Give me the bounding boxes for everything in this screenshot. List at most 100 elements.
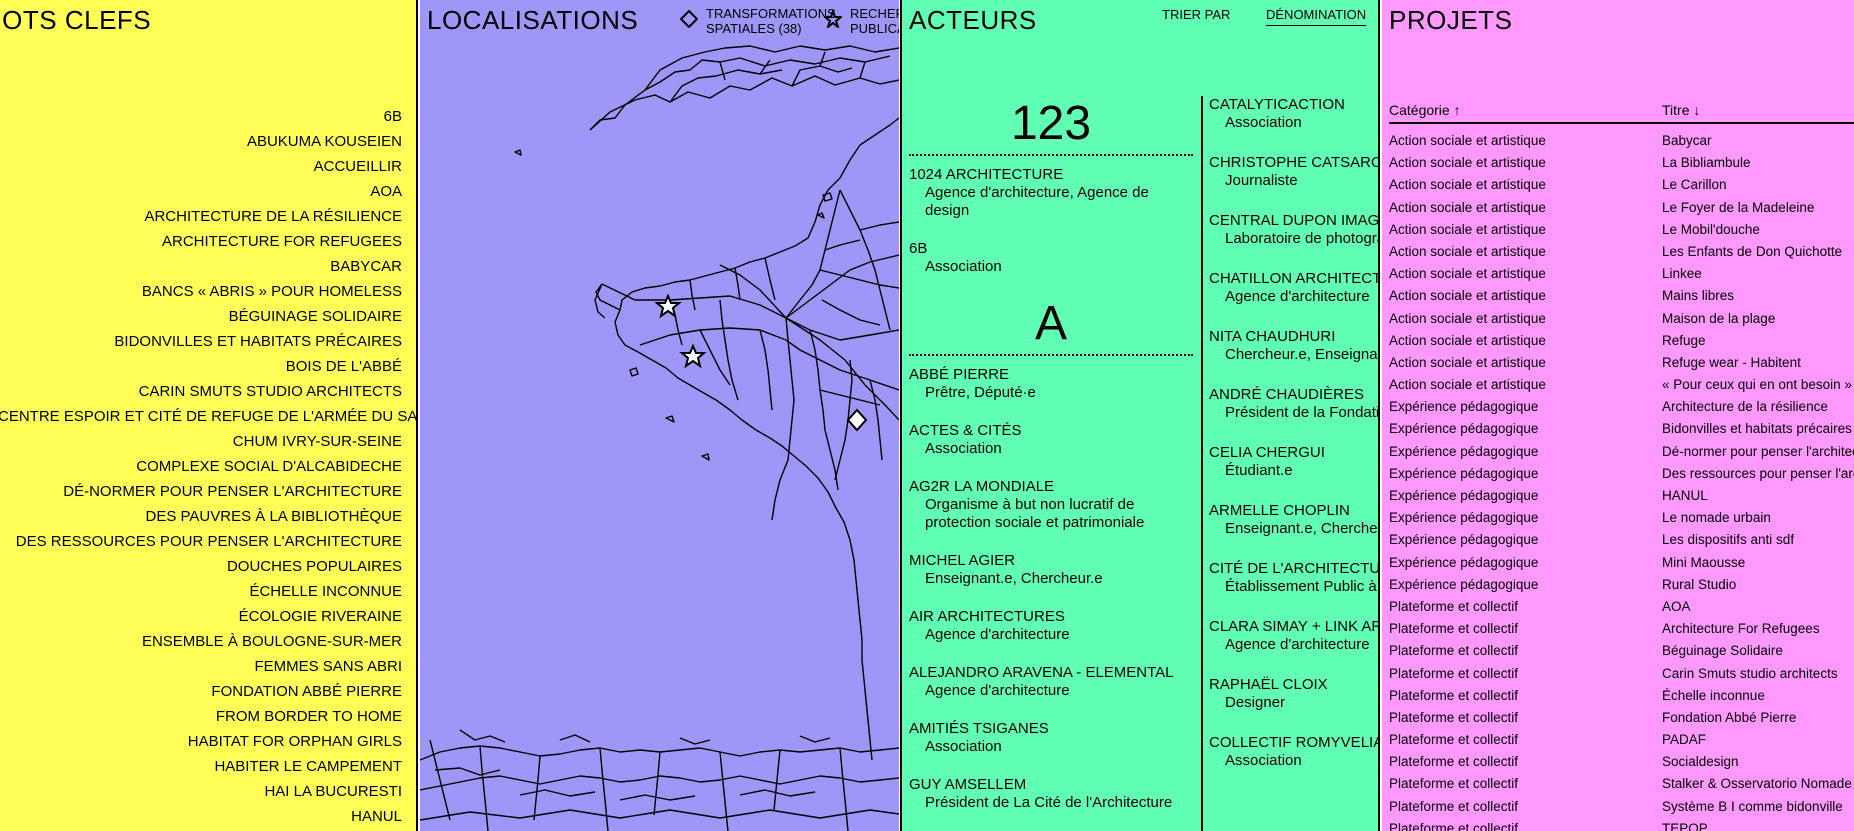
project-row[interactable]: Action sociale et artistique Le Foyer de … xyxy=(1389,197,1854,219)
project-row[interactable]: Action sociale et artistique Les Enfants … xyxy=(1389,241,1854,263)
actor-item[interactable]: Raphaël Cloix Designer xyxy=(1209,676,1378,712)
project-row[interactable]: Plateforme et collectif Fondation Abbé Pi… xyxy=(1389,707,1854,729)
keyword-item[interactable]: FEMMES SANS ABRI xyxy=(0,654,416,679)
keyword-item[interactable]: BÉGUINAGE SOLIDAIRE xyxy=(0,304,416,329)
keyword-marker xyxy=(402,729,416,754)
project-row[interactable]: Action sociale et artistique Le Mobil'dou… xyxy=(1389,219,1854,241)
project-row[interactable]: Plateforme et collectif Stalker & Osserva… xyxy=(1389,773,1854,795)
actor-item[interactable]: Guy Amsellem Président de La Cité de l'Ar… xyxy=(909,776,1193,812)
project-row[interactable]: Plateforme et collectif AOA xyxy=(1389,596,1854,618)
keyword-item[interactable]: ENSEMBLE À BOULOGNE-SUR-MER xyxy=(0,629,416,654)
project-row[interactable]: Plateforme et collectif Socialdesign xyxy=(1389,751,1854,773)
project-row[interactable]: Action sociale et artistique Refuge wear … xyxy=(1389,352,1854,374)
project-row[interactable]: Action sociale et artistique Mains libres xyxy=(1389,285,1854,307)
keyword-item[interactable]: ARCHITECTURE FOR REFUGEES xyxy=(0,229,416,254)
keyword-item[interactable]: BOIS DE L'ABBÉ xyxy=(0,354,416,379)
keyword-item[interactable]: ACCUEILLIR xyxy=(0,154,416,179)
actor-item[interactable]: Nita ChaudhuriChercheur.e, Enseignant.e xyxy=(1209,328,1378,364)
actor-item[interactable]: CatalyticAction Association xyxy=(1209,96,1378,132)
actor-item[interactable]: Michel Agier Enseignant.e, Chercheur.e xyxy=(909,552,1193,588)
keyword-item[interactable]: HANUL xyxy=(0,804,416,829)
keyword-item[interactable]: 6B xyxy=(0,104,416,129)
keyword-item[interactable]: HABITAT FOR ORPHAN GIRLS xyxy=(0,729,416,754)
actor-item[interactable]: Chatillon ArchitectesAgence d'architectu… xyxy=(1209,270,1378,306)
project-row[interactable]: Plateforme et collectif Système B I comme… xyxy=(1389,796,1854,818)
project-row[interactable]: Action sociale et artistique La Bibliambu… xyxy=(1389,152,1854,174)
keyword-item[interactable]: DÉ-NORMER POUR PENSER L'ARCHITECTURE xyxy=(0,479,416,504)
project-row[interactable]: Plateforme et collectif Carin Smuts studi… xyxy=(1389,663,1854,685)
sort-category-header[interactable]: Catégorie ↑ xyxy=(1389,102,1461,118)
actor-item[interactable]: Armelle ChoplinEnseignant.e, Chercheur.e xyxy=(1209,502,1378,538)
project-row[interactable]: Plateforme et collectif TEPOP xyxy=(1389,818,1854,831)
actor-item[interactable]: Abbé Pierre Prêtre, Député·e xyxy=(909,366,1193,402)
project-row[interactable]: Plateforme et collectif Échelle inconnue xyxy=(1389,685,1854,707)
actor-item[interactable]: Christophe Catsaros Journaliste xyxy=(1209,154,1378,190)
project-title: Rural Studio xyxy=(1662,576,1737,592)
keyword-item[interactable]: DES PAUVRES À LA BIBLIOTHÈQUE xyxy=(0,504,416,529)
project-row[interactable]: Expérience pédagogique Dé-normer pour pen… xyxy=(1389,441,1854,463)
actor-item[interactable]: Actes & Cités Association xyxy=(909,422,1193,458)
project-row[interactable]: Action sociale et artistique Refuge xyxy=(1389,330,1854,352)
project-row[interactable]: Expérience pédagogique HANUL xyxy=(1389,485,1854,507)
project-category: Action sociale et artistique xyxy=(1389,221,1546,237)
project-row[interactable]: Expérience pédagogique Le nomade urbain xyxy=(1389,507,1854,529)
actor-item[interactable]: Cité de l'Architecture et du PatrimoineÉ… xyxy=(1209,560,1380,596)
keyword-item[interactable]: ÉCHELLE INCONNUE xyxy=(0,579,416,604)
project-row[interactable]: Action sociale et artistique Babycar xyxy=(1389,130,1854,152)
project-row[interactable]: Plateforme et collectif Béguinage Solidai… xyxy=(1389,640,1854,662)
project-row[interactable]: Plateforme et collectif Architecture For … xyxy=(1389,618,1854,640)
projects-table-body: Action sociale et artistique Babycar Actio… xyxy=(1389,130,1854,831)
actor-role: Établissement Public à caractère Industr… xyxy=(1225,578,1378,595)
project-row[interactable]: Action sociale et artistique Maison de la… xyxy=(1389,308,1854,330)
project-row[interactable]: Expérience pédagogique Architecture de la… xyxy=(1389,396,1854,418)
keyword-item[interactable]: ARCHITECTURE DE LA RÉSILIENCE xyxy=(0,204,416,229)
keyword-item[interactable]: HABITER LE CAMPEMENT xyxy=(0,754,416,779)
map-marker-star-2[interactable] xyxy=(679,343,707,369)
actor-item[interactable]: Collectif Romyvelia Association xyxy=(1209,734,1378,770)
keyword-label: HABITER LE CAMPEMENT xyxy=(214,758,402,775)
map[interactable] xyxy=(420,0,899,831)
actor-item[interactable]: 1024 Architecture Agence d'architecture, … xyxy=(909,166,1193,220)
keyword-marker xyxy=(402,129,416,154)
keyword-item[interactable]: CENTRE ESPOIR ET CITÉ DE REFUGE DE L'ARM… xyxy=(0,404,416,429)
keyword-item[interactable]: CHUM IVRY-SUR-SEINE xyxy=(0,429,416,454)
actor-item[interactable]: AG2R La Mondiale Organisme à but non lucr… xyxy=(909,478,1193,532)
project-row[interactable]: Action sociale et artistique « Pour ceux … xyxy=(1389,374,1854,396)
keyword-item[interactable]: COMPLEXE SOCIAL D'ALCABIDECHE xyxy=(0,454,416,479)
actor-item[interactable]: Clara Simay + Link ArchitectesAgence d'a… xyxy=(1209,618,1378,654)
project-row[interactable]: Expérience pédagogique Les dispositifs an… xyxy=(1389,529,1854,551)
sort-option-denomination[interactable]: DÉNOMINATION xyxy=(1266,7,1367,26)
project-row[interactable]: Expérience pédagogique Des ressources pou… xyxy=(1389,463,1854,485)
legend-spatial-transformations[interactable]: TRANSFORMATIONS SPATIALES (38) xyxy=(680,6,836,36)
map-marker-diamond[interactable] xyxy=(846,408,868,432)
keyword-item[interactable]: AOA xyxy=(0,179,416,204)
project-row[interactable]: Action sociale et artistique Le Carillon xyxy=(1389,174,1854,196)
actor-item[interactable]: Celia Chergui Étudiant.e xyxy=(1209,444,1378,480)
actor-item[interactable]: Amitiés Tsiganes Association xyxy=(909,720,1193,756)
project-row[interactable]: Plateforme et collectif PADAF xyxy=(1389,729,1854,751)
project-row[interactable]: Action sociale et artistique Linkee xyxy=(1389,263,1854,285)
project-row[interactable]: Expérience pédagogique Bidonvilles et hab… xyxy=(1389,418,1854,440)
actor-item[interactable]: AIR Architectures Agence d'architecture xyxy=(909,608,1193,644)
project-row[interactable]: Expérience pédagogique Rural Studio xyxy=(1389,574,1854,596)
keyword-item[interactable]: FONDATION ABBÉ PIERRE xyxy=(0,679,416,704)
keyword-item[interactable]: BANCS « ABRIS » POUR HOMELESS xyxy=(0,279,416,304)
actor-item[interactable]: André Chaudières Président de la Fondatio… xyxy=(1209,386,1378,422)
keyword-item[interactable]: HAI LA BUCURESTI xyxy=(0,779,416,804)
keyword-item[interactable]: DES RESSOURCES POUR PENSER L'ARCHITECTUR… xyxy=(0,529,416,554)
keyword-item[interactable]: ÉCOLOGIE RIVERAINE xyxy=(0,604,416,629)
keyword-item[interactable]: FROM BORDER TO HOME xyxy=(0,704,416,729)
actor-item[interactable]: Alejandro Aravena - Elemental Agence d'ar… xyxy=(909,664,1193,700)
actor-name: Nita Chaudhuri xyxy=(1209,328,1336,345)
keyword-item[interactable]: ABUKUMA KOUSEIEN xyxy=(0,129,416,154)
keyword-item[interactable]: CARIN SMUTS STUDIO ARCHITECTS xyxy=(0,379,416,404)
sort-title-header[interactable]: Titre ↓ xyxy=(1662,102,1700,118)
legend-research-publications[interactable]: RECHERCHES PUBLICATIONS xyxy=(824,6,899,36)
actor-name: Cité de l'Architecture et du Patrimoine xyxy=(1209,560,1380,577)
keyword-item[interactable]: DOUCHES POPULAIRES xyxy=(0,554,416,579)
keyword-item[interactable]: BABYCAR xyxy=(0,254,416,279)
keyword-item[interactable]: BIDONVILLES ET HABITATS PRÉCAIRES xyxy=(0,329,416,354)
actor-item[interactable]: Central Dupon ImagesLaboratoire de photo… xyxy=(1209,212,1378,248)
project-row[interactable]: Expérience pédagogique Mini Maousse xyxy=(1389,552,1854,574)
actor-item[interactable]: 6B Association xyxy=(909,240,1193,276)
